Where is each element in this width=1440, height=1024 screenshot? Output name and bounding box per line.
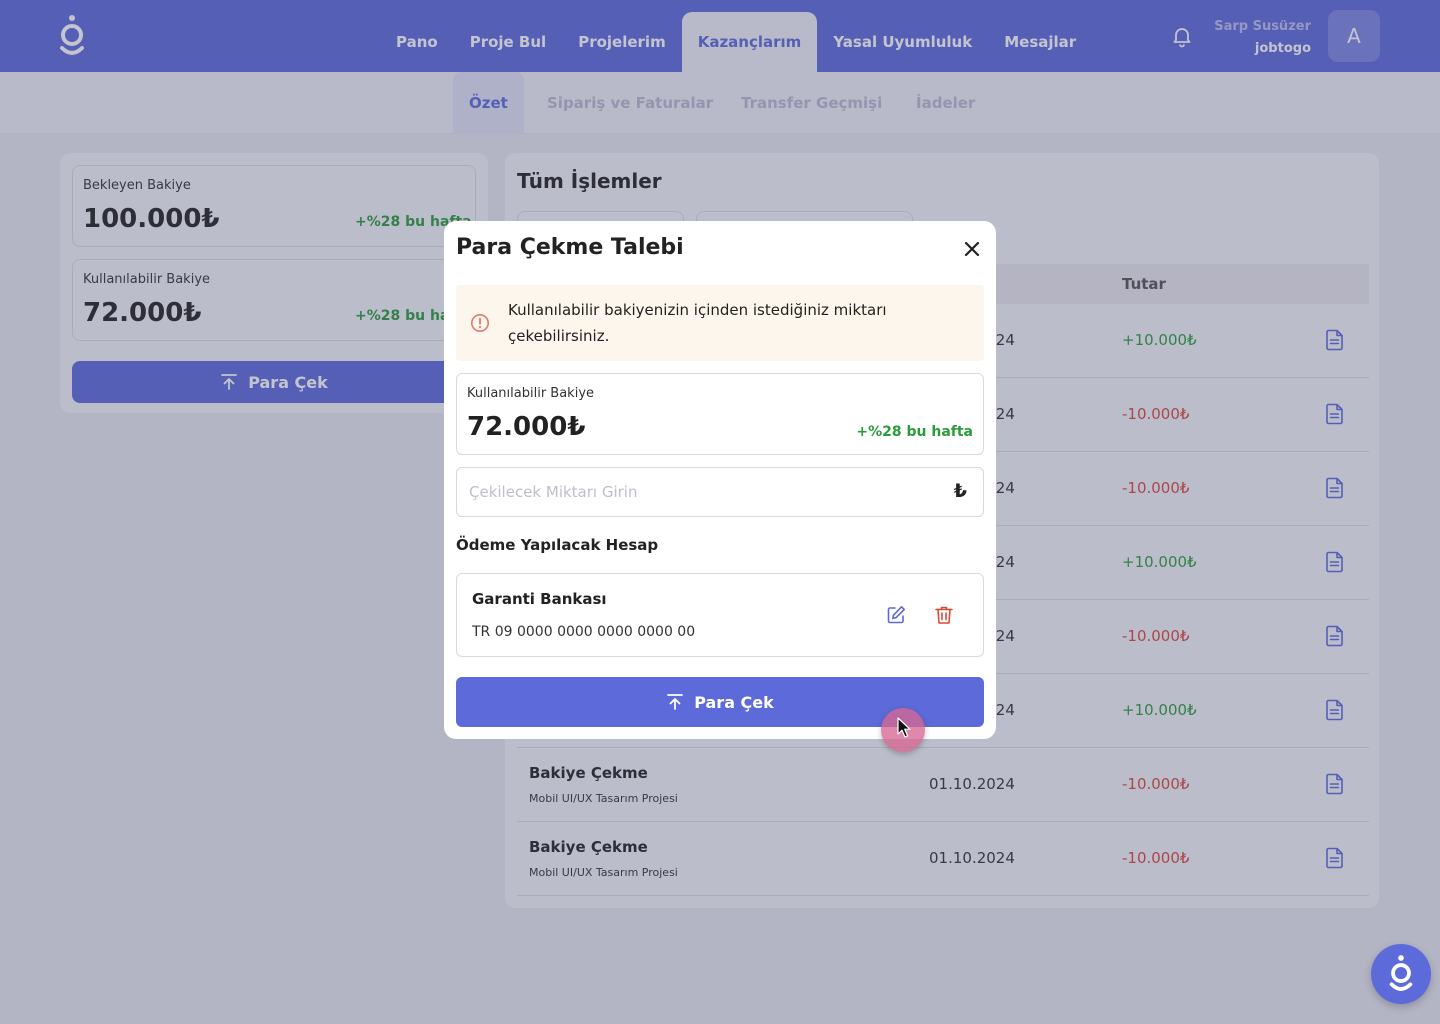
info-circle-icon	[471, 314, 489, 332]
currency-symbol: ₺	[953, 480, 967, 502]
modal-available-balance-card: Kullanılabilir Bakiye 72.000₺ +%28 bu ha…	[456, 373, 984, 455]
trash-icon[interactable]	[933, 604, 955, 626]
mouse-pointer-icon	[897, 717, 911, 738]
info-alert: Kullanılabilir bakiyenizin içinden isted…	[456, 285, 984, 361]
amount-field-wrapper: ₺	[456, 467, 984, 517]
chat-fab-logo	[1389, 955, 1413, 991]
payment-account-label: Ödeme Yapılacak Hesap	[456, 536, 659, 554]
amount-input[interactable]	[457, 468, 937, 516]
bank-iban: TR 09 0000 0000 0000 0000 00	[472, 624, 696, 640]
bank-name: Garanti Bankası	[472, 590, 607, 608]
edit-icon[interactable]	[885, 604, 907, 626]
info-alert-text: Kullanılabilir bakiyenizin içinden isted…	[508, 301, 887, 345]
submit-withdraw-label: Para Çek	[694, 692, 774, 712]
close-icon[interactable]	[962, 239, 982, 259]
withdraw-request-modal: Para Çekme Talebi Kullanılabilir bakiyen…	[444, 221, 996, 739]
arrow-up-to-line-icon	[667, 694, 684, 710]
modal-title: Para Çekme Talebi	[456, 235, 684, 260]
chat-support-button[interactable]	[1371, 944, 1431, 1004]
modal-balance-label: Kullanılabilir Bakiye	[467, 386, 595, 401]
modal-balance-trend: +%28 bu hafta	[856, 424, 973, 440]
bank-account-card: Garanti Bankası TR 09 0000 0000 0000 000…	[456, 573, 984, 657]
modal-balance-amount: 72.000₺	[467, 412, 586, 442]
